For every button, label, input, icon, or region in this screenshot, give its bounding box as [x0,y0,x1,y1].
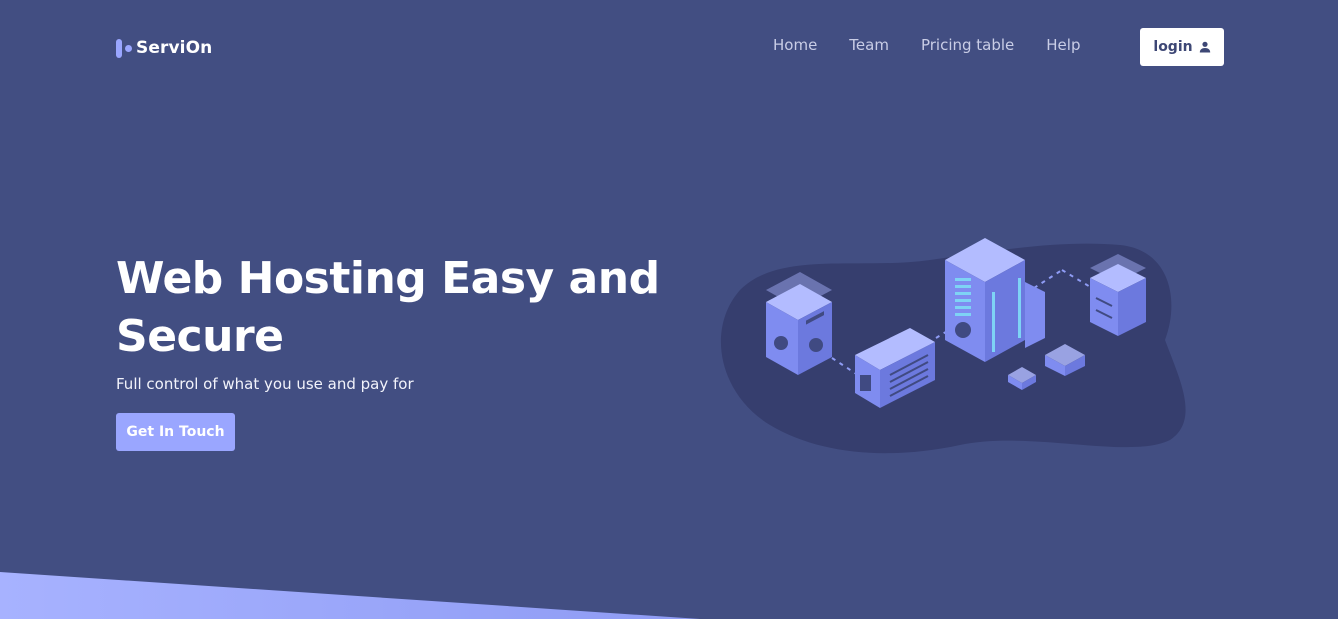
server-right [1090,254,1146,336]
get-in-touch-button[interactable]: Get In Touch [116,413,235,451]
nav-link-help[interactable]: Help [1046,36,1080,54]
hero-subtitle: Full control of what you use and pay for [116,375,414,393]
brand-name: ServiOn [136,38,213,58]
login-label: login [1153,39,1193,55]
login-button[interactable]: login [1140,28,1224,66]
nav-link-team[interactable]: Team [849,36,889,54]
user-icon [1199,41,1210,53]
navbar: ServiOn Home Team Pricing table Help log… [0,0,1338,96]
server-left [766,272,832,375]
hero-title: Web Hosting Easy and Secure [116,253,660,362]
server-network-illustration [720,238,1186,454]
bottom-wave-divider [0,572,700,619]
nav-link-home[interactable]: Home [773,36,817,54]
nav-link-pricing-table[interactable]: Pricing table [921,36,1014,54]
logo-icon [116,37,134,59]
nav-links: Home Team Pricing table Help [773,36,1080,54]
brand-logo[interactable]: ServiOn [116,37,212,59]
